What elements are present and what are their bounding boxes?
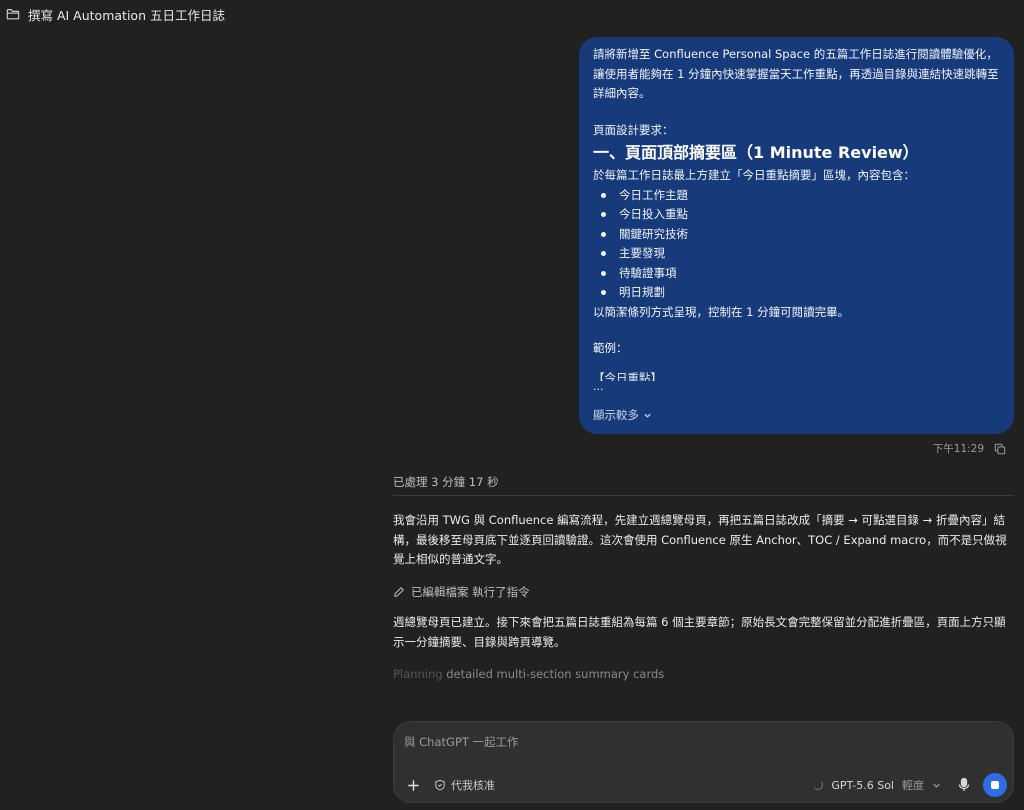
folder-icon (6, 7, 20, 21)
shield-icon (435, 779, 445, 791)
list-item: 主要發現 (601, 244, 1000, 264)
composer-input[interactable]: 與 ChatGPT 一起工作 (404, 734, 519, 750)
show-more-button[interactable]: 顯示較多 (593, 406, 652, 426)
model-mode: 輕度 (902, 779, 924, 792)
assistant-paragraph-1: 我會沿用 TWG 與 Confluence 編寫流程，先建立週總覽母頁，再把五篇… (393, 513, 1007, 566)
auto-approve-label: 代我核准 (451, 779, 495, 792)
model-selector[interactable]: GPT-5.6 Sol 輕度 (813, 777, 941, 793)
planning-status: Planning detailed multi-section summary … (393, 667, 664, 681)
microphone-icon[interactable] (957, 777, 971, 793)
planning-status-text: detailed multi-section summary cards (442, 667, 665, 681)
message-meta: 下午11:29 (933, 441, 1006, 456)
chat-title-bar: 撰寫 AI Automation 五日工作日誌 (0, 0, 390, 28)
user-message-ellipsis: ... (593, 379, 604, 393)
chevron-down-icon (644, 413, 651, 418)
list-item: 關鍵研究技術 (601, 225, 1000, 245)
list-item: 明日規劃 (601, 283, 1000, 303)
show-more-label: 顯示較多 (593, 407, 639, 422)
edited-files-label: 已編輯檔案 執行了指令 (411, 585, 530, 599)
list-item: 今日投入重點 (601, 205, 1000, 225)
pencil-icon (394, 586, 405, 597)
processing-duration[interactable]: 已處理 3 分鐘 17 秒 (393, 474, 499, 490)
user-message-lead: 於每篇工作日誌最上方建立「今日重點摘要」區塊，內容包含： (593, 168, 915, 182)
stop-icon (991, 781, 999, 789)
user-message-bullet-list: 今日工作主題 今日投入重點 關鍵研究技術 主要發現 待驗證事項 明日規劃 (593, 186, 1000, 303)
plus-icon (407, 779, 419, 791)
list-item: 待驗證事項 (601, 264, 1000, 284)
user-message-example-label: 範例： (593, 341, 628, 355)
stop-generating-button[interactable] (983, 773, 1007, 797)
edited-files-status[interactable]: 已編輯檔案 執行了指令 (393, 584, 530, 600)
user-message-section-label: 頁面設計要求： (593, 122, 674, 137)
planning-status-faint: Planning (393, 667, 443, 681)
loading-spinner-icon (813, 780, 824, 790)
assistant-paragraph-2: 週總覽母頁已建立。接下來會把五篇日誌重組為每篇 6 個主要章節；原始長文會完整保… (393, 615, 1006, 649)
message-timestamp: 下午11:29 (932, 443, 984, 455)
list-item: 今日工作主題 (601, 186, 1000, 206)
model-name: GPT-5.6 Sol (831, 778, 894, 792)
chevron-down-icon (933, 783, 940, 788)
user-message-truncated-line: 【今日重點】 (593, 370, 662, 381)
user-message-intro: 請將新增至 Confluence Personal Space 的五篇工作日誌進… (593, 47, 999, 100)
message-composer[interactable]: 與 ChatGPT 一起工作 代我核准 GPT-5.6 Sol 輕度 (393, 721, 1014, 803)
divider (393, 495, 1014, 496)
user-message-closing: 以簡潔條列方式呈現，控制在 1 分鐘可閱讀完畢。 (593, 304, 850, 319)
user-message-heading: 一、頁面頂部摘要區（1 Minute Review） (593, 143, 919, 162)
user-message-bubble: 請將新增至 Confluence Personal Space 的五篇工作日誌進… (579, 37, 1014, 434)
chat-title: 撰寫 AI Automation 五日工作日誌 (28, 7, 225, 23)
copy-icon[interactable] (994, 443, 1006, 455)
auto-approve-toggle[interactable]: 代我核准 (434, 777, 495, 793)
add-attachment-button[interactable] (404, 776, 422, 794)
